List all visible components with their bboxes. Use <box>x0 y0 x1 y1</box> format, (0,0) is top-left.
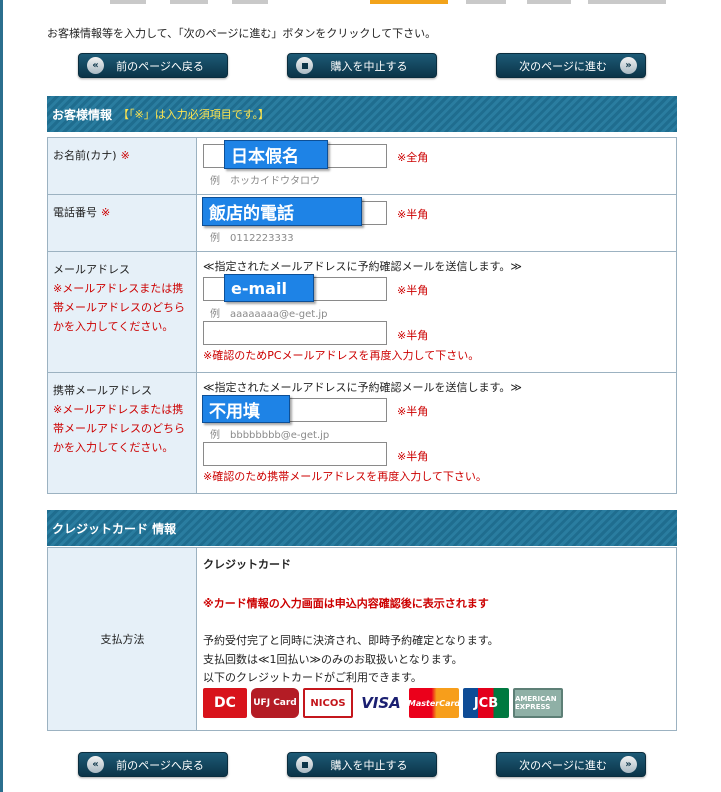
back-button-bottom[interactable]: « 前のページへ戻る <box>78 752 228 777</box>
cancel-purchase-button[interactable]: 購入を中止する <box>287 53 437 78</box>
email-confirm-unit: ※半角 <box>397 329 429 342</box>
payment-info-line-2: 支払回数は≪1回払い≫のみのお取扱いとなります。 <box>203 653 463 666</box>
phone-unit: ※半角 <box>397 208 429 221</box>
email-confirm-note: ※確認のためPCメールアドレスを再度入力して下さい。 <box>203 349 480 362</box>
double-chevron-right-icon: » <box>620 756 637 773</box>
email-label: メールアドレス <box>53 263 130 276</box>
card-entry-warning: ※カード情報の入力画面は申込内容確認後に表示されます <box>203 597 489 610</box>
stop-icon <box>296 57 313 74</box>
payment-method-name: クレジットカード <box>203 558 291 571</box>
name-kana-label: お名前(カナ) <box>53 149 117 162</box>
accepted-cards: DC UFJ Card NICOS VISA MasterCard JCB AM… <box>203 688 563 718</box>
stop-icon <box>296 756 313 773</box>
email-info: ≪指定されたメールアドレスに予約確認メールを送信します。≫ <box>203 260 522 273</box>
email-example: 例 aaaaaaaa@e-get.jp <box>210 309 328 320</box>
phone-label: 電話番号 <box>53 206 97 219</box>
cancel-purchase-button-bottom[interactable]: 購入を中止する <box>287 752 437 777</box>
email-annotation: e-mail <box>224 274 314 302</box>
email-required-note: ※メールアドレスまたは携帯メールアドレスのどちらかを入力してください。 <box>53 282 185 333</box>
jcb-card-logo: JCB <box>463 688 509 718</box>
mastercard-logo: MasterCard <box>408 688 460 718</box>
progress-step-1 <box>110 0 146 4</box>
payment-info-cell: クレジットカード ※カード情報の入力画面は申込内容確認後に表示されます 予約受付… <box>196 547 677 731</box>
double-chevron-right-icon: » <box>620 57 637 74</box>
customer-info-title: お客様情報 <box>52 107 113 122</box>
credit-card-header: クレジットカード 情報 <box>47 510 677 546</box>
next-button-bottom[interactable]: 次のページに進む » <box>496 752 646 777</box>
mobile-email-annotation: 不用填 <box>202 395 290 423</box>
dc-card-logo: DC <box>203 688 247 718</box>
page-left-border <box>0 0 3 792</box>
required-fields-note: 【「※」は入力必須項目です。】 <box>118 108 270 121</box>
next-button[interactable]: 次のページに進む » <box>496 53 646 78</box>
payment-method-label: 支払方法 <box>100 633 145 646</box>
cancel-purchase-button-label: 購入を中止する <box>330 758 408 772</box>
name-kana-example: 例 ホッカイドウタロウ <box>210 176 320 187</box>
phone-input-cell: ※半角 例 0112223333 飯店的電話 <box>196 194 677 252</box>
payment-method-row: 支払方法 クレジットカード ※カード情報の入力画面は申込内容確認後に表示されます… <box>47 547 677 731</box>
payment-info-line-3: 以下のクレジットカードがご利用できます。 <box>203 671 422 684</box>
back-button-label: 前のページへ戻る <box>116 59 204 73</box>
mobile-email-confirm-unit: ※半角 <box>397 450 429 463</box>
back-button-label: 前のページへ戻る <box>116 758 204 772</box>
name-kana-row: お名前(カナ) ※ ※全角 例 ホッカイドウタロウ 日本假名 <box>47 137 677 195</box>
progress-step-7 <box>588 0 666 4</box>
mobile-email-info: ≪指定されたメールアドレスに予約確認メールを送信します。≫ <box>203 381 522 394</box>
amex-card-logo: AMERICAN EXPRESS <box>513 688 563 718</box>
required-mark: ※ <box>120 149 130 162</box>
email-input-cell: ≪指定されたメールアドレスに予約確認メールを送信します。≫ ※半角 例 aaaa… <box>196 251 677 373</box>
required-mark: ※ <box>101 206 111 219</box>
mobile-email-label-cell: 携帯メールアドレス ※メールアドレスまたは携帯メールアドレスのどちらかを入力して… <box>47 372 197 494</box>
nicos-card-logo: NICOS <box>303 688 353 718</box>
email-label-cell: メールアドレス ※メールアドレスまたは携帯メールアドレスのどちらかを入力してくだ… <box>47 251 197 373</box>
ufj-card-logo: UFJ Card <box>251 688 299 718</box>
email-row: メールアドレス ※メールアドレスまたは携帯メールアドレスのどちらかを入力してくだ… <box>47 251 677 373</box>
credit-card-table: 支払方法 クレジットカード ※カード情報の入力画面は申込内容確認後に表示されます… <box>47 547 677 731</box>
instruction-text: お客様情報等を入力して、「次のページに進む」ボタンをクリックして下さい。 <box>47 27 437 40</box>
progress-step-3 <box>232 0 268 4</box>
double-chevron-left-icon: « <box>87 57 104 74</box>
visa-card-logo: VISA <box>357 688 405 718</box>
payment-info-line-1: 予約受付完了と同時に決済され、即時予約確定となります。 <box>203 634 499 647</box>
customer-info-table: お名前(カナ) ※ ※全角 例 ホッカイドウタロウ 日本假名 電話番号 ※ ※半角 … <box>47 137 677 494</box>
phone-example: 例 0112223333 <box>210 233 294 244</box>
back-button[interactable]: « 前のページへ戻る <box>78 53 228 78</box>
payment-label-cell: 支払方法 <box>47 547 197 731</box>
mobile-email-row: 携帯メールアドレス ※メールアドレスまたは携帯メールアドレスのどちらかを入力して… <box>47 372 677 494</box>
mobile-email-unit: ※半角 <box>397 405 429 418</box>
phone-annotation: 飯店的電話 <box>202 197 362 226</box>
mobile-email-confirm-note: ※確認のため携帯メールアドレスを再度入力して下さい。 <box>203 470 487 483</box>
name-kana-label-cell: お名前(カナ) ※ <box>47 137 197 195</box>
phone-row: 電話番号 ※ ※半角 例 0112223333 飯店的電話 <box>47 194 677 252</box>
mobile-email-label: 携帯メールアドレス <box>53 384 152 397</box>
progress-step-2 <box>170 0 208 4</box>
name-kana-unit: ※全角 <box>397 151 429 164</box>
cancel-purchase-button-label: 購入を中止する <box>330 59 408 73</box>
email-confirm-input[interactable] <box>203 321 387 345</box>
mobile-email-required-note: ※メールアドレスまたは携帯メールアドレスのどちらかを入力してください。 <box>53 403 185 454</box>
next-button-label: 次のページに進む <box>519 758 607 772</box>
phone-label-cell: 電話番号 ※ <box>47 194 197 252</box>
progress-step-5 <box>466 0 506 4</box>
credit-card-title: クレジットカード 情報 <box>52 521 177 536</box>
mobile-email-confirm-input[interactable] <box>203 442 387 466</box>
next-button-label: 次のページに進む <box>519 59 607 73</box>
progress-step-6 <box>527 0 571 4</box>
name-kana-annotation: 日本假名 <box>224 140 328 169</box>
mobile-email-example: 例 bbbbbbbb@e-get.jp <box>210 430 330 441</box>
mobile-email-input-cell: ≪指定されたメールアドレスに予約確認メールを送信します。≫ ※半角 例 bbbb… <box>196 372 677 494</box>
email-unit: ※半角 <box>397 284 429 297</box>
double-chevron-left-icon: « <box>87 756 104 773</box>
progress-step-current <box>370 0 448 4</box>
customer-info-header: お客様情報 【「※」は入力必須項目です。】 <box>47 96 677 132</box>
name-kana-input-cell: ※全角 例 ホッカイドウタロウ 日本假名 <box>196 137 677 195</box>
